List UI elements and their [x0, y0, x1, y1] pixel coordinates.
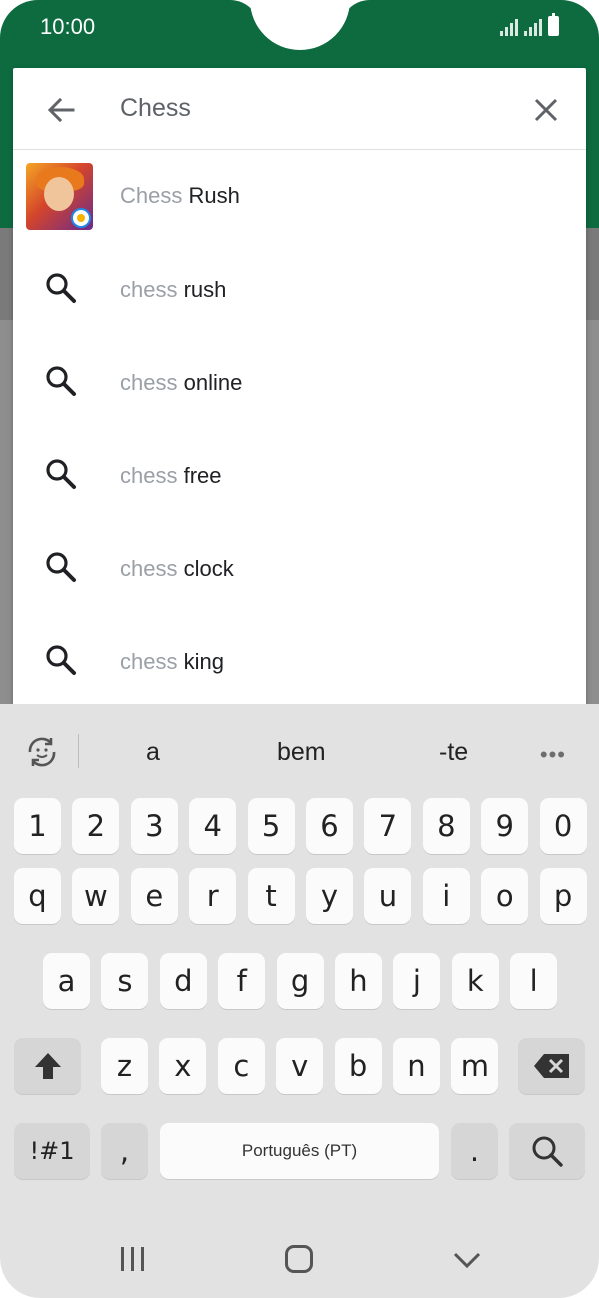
search-suggestions-panel: Chess Chess Rush chess rush chess online… [13, 68, 586, 708]
emoji-refresh-icon[interactable] [24, 734, 60, 770]
search-bar: Chess [13, 68, 586, 150]
key-p[interactable]: p [539, 868, 587, 924]
key-z[interactable]: z [101, 1038, 148, 1094]
key-y[interactable]: y [306, 868, 353, 924]
prediction-word[interactable]: -te [439, 738, 468, 767]
key-b[interactable]: b [334, 1038, 382, 1094]
suggestion-label: chess free [120, 463, 222, 489]
suggestion-rest: online [177, 370, 243, 395]
key-4[interactable]: 4 [189, 798, 237, 854]
navigation-bar [0, 1224, 599, 1298]
app-suggestion[interactable]: Chess Rush [13, 150, 586, 243]
key-e[interactable]: e [130, 868, 178, 924]
suggestion-label: chess clock [120, 556, 234, 582]
status-time: 10:00 [40, 14, 96, 39]
prediction-word[interactable]: bem [277, 738, 326, 767]
key-s[interactable]: s [101, 953, 149, 1009]
search-icon [41, 361, 81, 401]
symbols-key[interactable]: !#1 [14, 1123, 90, 1179]
key-o[interactable]: o [481, 868, 529, 924]
key-v[interactable]: v [276, 1038, 324, 1094]
suggestion-query-part: chess [120, 370, 178, 395]
key-3[interactable]: 3 [130, 798, 178, 854]
status-icons [500, 13, 559, 36]
key-a[interactable]: a [43, 953, 90, 1009]
suggestion-item[interactable]: chess king [13, 616, 586, 709]
key-h[interactable]: h [335, 953, 382, 1009]
key-1[interactable]: 1 [14, 798, 61, 854]
suggestion-label: chess rush [120, 277, 226, 303]
suggestion-label: Chess Rush [120, 183, 240, 209]
suggestion-query-part: Chess [120, 183, 183, 208]
close-icon[interactable] [526, 90, 566, 130]
key-j[interactable]: j [393, 953, 441, 1009]
suggestion-query-part: chess [120, 556, 178, 581]
key-u[interactable]: u [364, 868, 412, 924]
keyboard-prediction-bar: a bem -te ••• [0, 704, 599, 796]
key-i[interactable]: i [422, 868, 470, 924]
suggestion-label: chess king [120, 649, 224, 675]
search-input[interactable]: Chess [120, 94, 191, 123]
suggestion-query-part: chess [120, 649, 178, 674]
status-bar: 10:00 [0, 0, 599, 58]
suggestion-rest: clock [177, 556, 234, 581]
key-2[interactable]: 2 [72, 798, 120, 854]
space-bar[interactable]: Português (PT) [160, 1123, 439, 1179]
suggestion-query-part: chess [120, 463, 178, 488]
more-dots-icon[interactable]: ••• [540, 742, 566, 768]
key-7[interactable]: 7 [364, 798, 412, 854]
key-m[interactable]: m [451, 1038, 499, 1094]
key-d[interactable]: d [159, 953, 207, 1009]
key-q[interactable]: q [14, 868, 61, 924]
arrow-back-icon[interactable] [41, 90, 81, 130]
suggestion-query-part: chess [120, 277, 178, 302]
search-icon [41, 640, 81, 680]
home-icon[interactable] [285, 1245, 313, 1273]
on-screen-keyboard: a bem -te ••• 1234567890qwertyuiopasdfgh… [0, 704, 599, 1298]
key-9[interactable]: 9 [481, 798, 529, 854]
battery-icon [548, 13, 559, 36]
suggestion-rest: free [177, 463, 222, 488]
key-f[interactable]: f [218, 953, 266, 1009]
key-5[interactable]: 5 [247, 798, 295, 854]
suggestion-rest: king [177, 649, 224, 674]
camera-notch [250, 0, 350, 50]
key-x[interactable]: x [159, 1038, 207, 1094]
prediction-word[interactable]: a [146, 738, 160, 767]
suggestion-rest: rush [177, 277, 227, 302]
suggestion-item[interactable]: chess online [13, 337, 586, 430]
key-8[interactable]: 8 [422, 798, 470, 854]
key-r[interactable]: r [189, 868, 237, 924]
suggestion-item[interactable]: chess clock [13, 523, 586, 616]
key-n[interactable]: n [393, 1038, 440, 1094]
key-0[interactable]: 0 [539, 798, 587, 854]
key-k[interactable]: k [451, 953, 499, 1009]
key-g[interactable]: g [276, 953, 324, 1009]
recents-icon[interactable] [118, 1246, 148, 1272]
suggestion-item[interactable]: chess free [13, 430, 586, 523]
divider [78, 734, 79, 768]
suggestion-rest: Rush [182, 183, 240, 208]
search-icon [41, 547, 81, 587]
phone-screen: 10:00 Chess Chess Rush chess rush chess … [0, 0, 599, 1298]
key-6[interactable]: 6 [306, 798, 353, 854]
signal-icon [524, 18, 542, 36]
search-icon [41, 268, 81, 308]
backspace-icon[interactable] [518, 1038, 585, 1094]
search-icon[interactable] [509, 1123, 585, 1179]
key-w[interactable]: w [72, 868, 120, 924]
search-icon [41, 454, 81, 494]
key-c[interactable]: c [217, 1038, 265, 1094]
shift-arrow-icon[interactable] [14, 1038, 81, 1094]
key-l[interactable]: l [510, 953, 558, 1009]
key-t[interactable]: t [247, 868, 295, 924]
signal-icon [500, 18, 518, 36]
comma-key[interactable]: , [101, 1123, 148, 1179]
chevron-down-icon[interactable] [452, 1244, 482, 1274]
suggestion-item[interactable]: chess rush [13, 244, 586, 337]
suggestion-label: chess online [120, 370, 242, 396]
period-key[interactable]: . [451, 1123, 498, 1179]
chess-rush-app-icon [26, 163, 93, 230]
